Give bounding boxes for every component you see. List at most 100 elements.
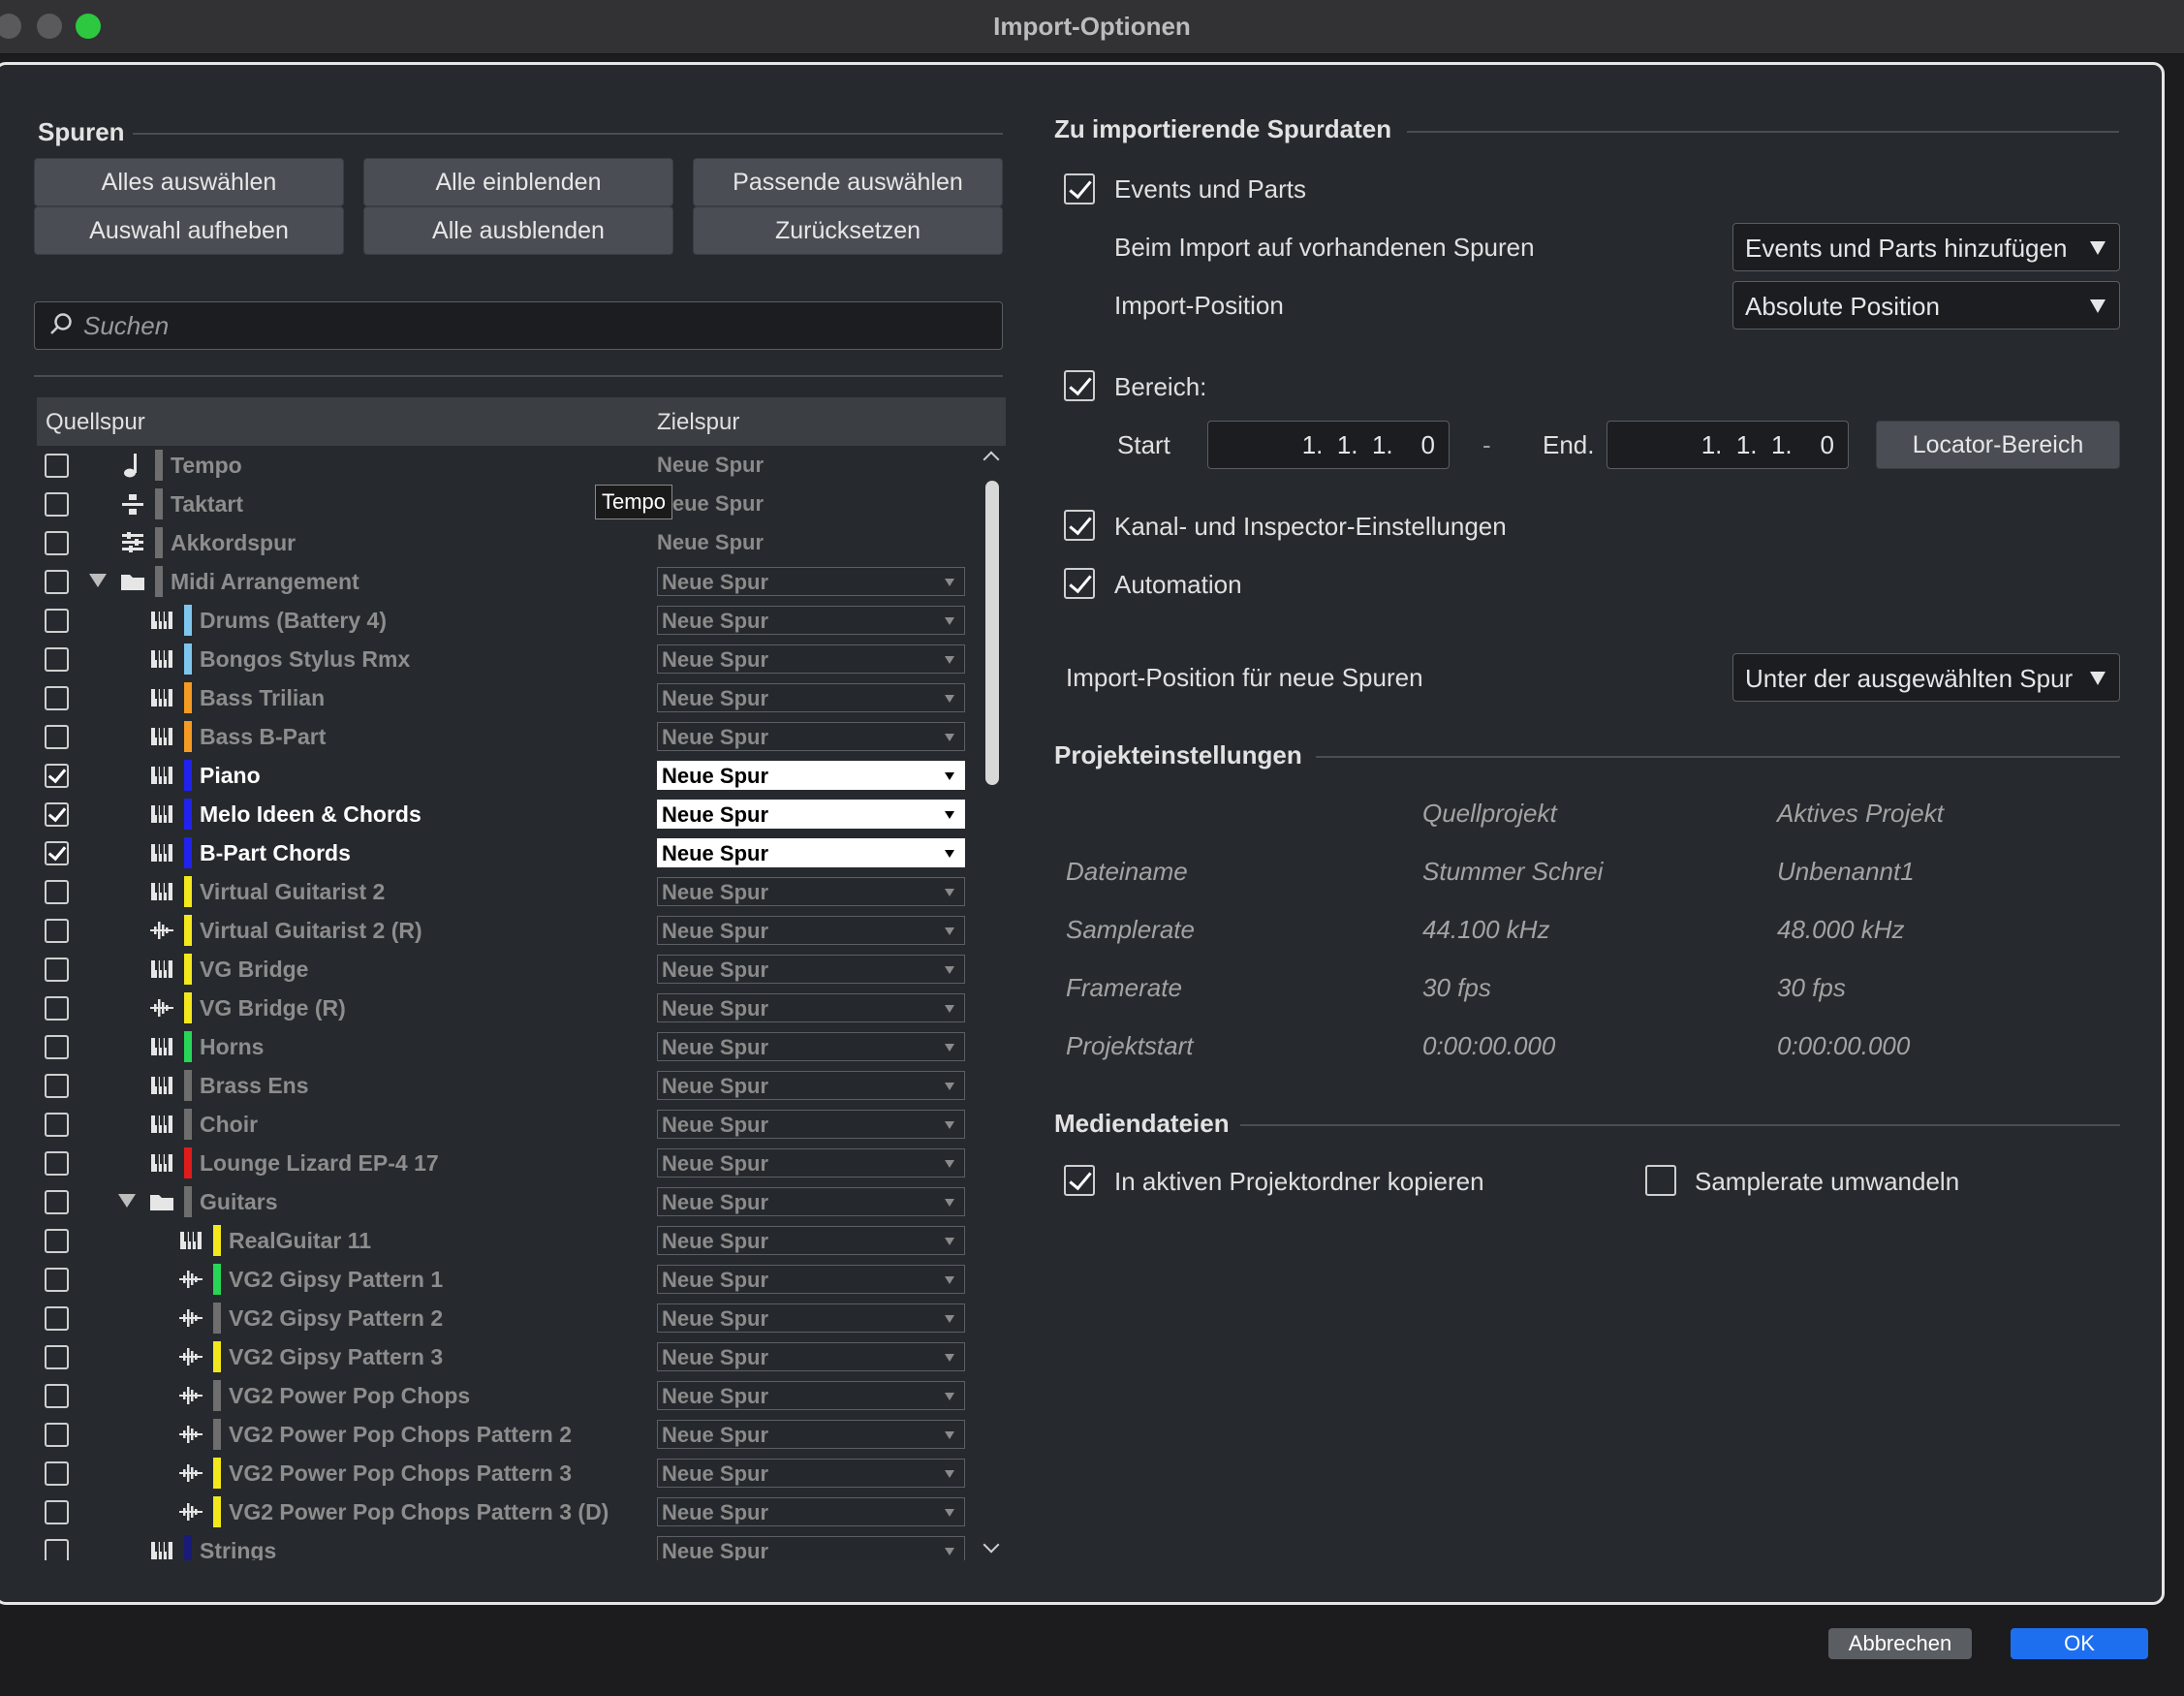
table-row[interactable]: Bongos Stylus Rmx Neue Spur [37, 640, 977, 678]
target-track-select[interactable]: Neue Spur [657, 644, 965, 674]
track-checkbox[interactable] [45, 1306, 69, 1331]
end-field[interactable]: 1. 1. 1. 0 [1607, 421, 1849, 469]
track-checkbox[interactable] [45, 570, 69, 594]
target-track-select[interactable]: Neue Spur [657, 800, 965, 829]
table-row[interactable]: Lounge Lizard EP-4 17 Neue Spur [37, 1144, 977, 1182]
table-row[interactable]: Horns Neue Spur [37, 1027, 977, 1066]
select-matching-button[interactable]: Passende auswählen [693, 158, 1003, 206]
table-row[interactable]: Drums (Battery 4) Neue Spur [37, 601, 977, 640]
select-all-button[interactable]: Alles auswählen [34, 158, 344, 206]
target-track-select[interactable]: Neue Spur [657, 1265, 965, 1294]
table-row[interactable]: RealGuitar 11 Neue Spur [37, 1221, 977, 1260]
target-track-select[interactable]: Neue Spur [657, 722, 965, 751]
target-track-select[interactable]: Neue Spur [657, 1226, 965, 1255]
track-list[interactable]: Tempo Neue Spur Taktart Neue Spur Akkordspur… [37, 446, 977, 1560]
target-track-select[interactable]: Neue Spur [657, 838, 965, 867]
table-row[interactable]: VG Bridge Neue Spur [37, 950, 977, 989]
track-checkbox[interactable] [45, 725, 69, 749]
locator-range-button[interactable]: Locator-Bereich [1876, 421, 2120, 469]
track-checkbox[interactable] [45, 996, 69, 1021]
deselect-button[interactable]: Auswahl aufheben [34, 206, 344, 255]
copy-to-folder-checkbox[interactable] [1064, 1165, 1095, 1196]
expand-triangle-icon[interactable] [89, 574, 107, 587]
table-row[interactable]: Bass Trilian Neue Spur [37, 678, 977, 717]
table-row[interactable]: Midi Arrangement Neue Spur [37, 562, 977, 601]
track-checkbox[interactable] [45, 1229, 69, 1253]
search-input[interactable] [83, 302, 984, 349]
target-track-select[interactable]: Neue Spur [657, 1303, 965, 1333]
target-track-select[interactable]: Neue Spur [657, 683, 965, 712]
track-checkbox[interactable] [45, 1384, 69, 1408]
track-list-scrollbar[interactable] [981, 446, 1004, 1560]
import-position-select[interactable]: Absolute Position [1732, 281, 2120, 330]
track-checkbox[interactable] [45, 919, 69, 943]
target-track-select[interactable]: Neue Spur [657, 1110, 965, 1139]
cancel-button[interactable]: Abbrechen [1828, 1628, 1972, 1659]
table-row[interactable]: VG2 Gipsy Pattern 1 Neue Spur [37, 1260, 977, 1299]
target-track-select[interactable]: Neue Spur [657, 993, 965, 1022]
table-row[interactable]: VG2 Power Pop Chops Pattern 3 (D) Neue Sp… [37, 1492, 977, 1531]
target-track-select[interactable]: Neue Spur [657, 1148, 965, 1178]
track-checkbox[interactable] [45, 454, 69, 478]
table-row[interactable]: B-Part Chords Neue Spur [37, 833, 977, 872]
target-track-select[interactable]: Neue Spur [657, 761, 965, 790]
track-checkbox[interactable] [45, 531, 69, 555]
track-checkbox[interactable] [45, 958, 69, 982]
target-track-select[interactable]: Neue Spur [657, 1459, 965, 1488]
target-track-select[interactable]: Neue Spur [657, 1420, 965, 1449]
scroll-down-icon[interactable] [983, 1536, 1000, 1554]
table-row[interactable]: VG2 Power Pop Chops Pattern 2 Neue Spur [37, 1415, 977, 1454]
table-row[interactable]: VG2 Gipsy Pattern 3 Neue Spur [37, 1337, 977, 1376]
search-box[interactable] [34, 301, 1003, 350]
channel-inspector-checkbox[interactable] [1064, 510, 1095, 541]
track-checkbox[interactable] [45, 492, 69, 517]
table-row[interactable]: Brass Ens Neue Spur [37, 1066, 977, 1105]
track-checkbox[interactable] [45, 841, 69, 865]
track-checkbox[interactable] [45, 1190, 69, 1214]
track-checkbox[interactable] [45, 686, 69, 710]
table-row[interactable]: Strings Neue Spur [37, 1531, 977, 1560]
target-track-select[interactable]: Neue Spur [657, 1071, 965, 1100]
target-track-select[interactable]: Neue Spur [657, 606, 965, 635]
ok-button[interactable]: OK [2011, 1628, 2148, 1659]
new-track-position-select[interactable]: Unter der ausgewählten Spur [1732, 653, 2120, 702]
target-track-select[interactable]: Neue Spur [657, 955, 965, 984]
track-checkbox[interactable] [45, 647, 69, 672]
track-checkbox[interactable] [45, 1461, 69, 1486]
table-row[interactable]: Virtual Guitarist 2 Neue Spur [37, 872, 977, 911]
scroll-up-icon[interactable] [983, 451, 1000, 468]
track-checkbox[interactable] [45, 1539, 69, 1560]
target-track-select[interactable]: Neue Spur [657, 1342, 965, 1371]
track-checkbox[interactable] [45, 880, 69, 904]
events-parts-checkbox[interactable] [1064, 173, 1095, 204]
automation-checkbox[interactable] [1064, 568, 1095, 599]
track-checkbox[interactable] [45, 1151, 69, 1176]
start-field[interactable]: 1. 1. 1. 0 [1207, 421, 1450, 469]
track-checkbox[interactable] [45, 609, 69, 633]
table-row[interactable]: Piano Neue Spur [37, 756, 977, 795]
target-track-select[interactable]: Neue Spur [657, 567, 965, 596]
table-row[interactable]: Virtual Guitarist 2 (R) Neue Spur [37, 911, 977, 950]
range-checkbox[interactable] [1064, 370, 1095, 401]
track-checkbox[interactable] [45, 764, 69, 788]
track-checkbox[interactable] [45, 802, 69, 827]
reset-button[interactable]: Zurücksetzen [693, 206, 1003, 255]
track-checkbox[interactable] [45, 1268, 69, 1292]
show-all-button[interactable]: Alle einblenden [363, 158, 673, 206]
expand-triangle-icon[interactable] [118, 1194, 136, 1208]
table-row[interactable]: Guitars Neue Spur [37, 1182, 977, 1221]
track-checkbox[interactable] [45, 1500, 69, 1524]
track-checkbox[interactable] [45, 1345, 69, 1369]
table-row[interactable]: VG2 Power Pop Chops Pattern 3 Neue Spur [37, 1454, 977, 1492]
target-track-select[interactable]: Neue Spur [657, 1381, 965, 1410]
table-row[interactable]: Akkordspur Neue Spur [37, 523, 977, 562]
target-track-select[interactable]: Neue Spur [657, 877, 965, 906]
table-row[interactable]: Bass B-Part Neue Spur [37, 717, 977, 756]
hide-all-button[interactable]: Alle ausblenden [363, 206, 673, 255]
track-checkbox[interactable] [45, 1423, 69, 1447]
table-row[interactable]: VG2 Power Pop Chops Neue Spur [37, 1376, 977, 1415]
table-row[interactable]: VG2 Gipsy Pattern 2 Neue Spur [37, 1299, 977, 1337]
table-row[interactable]: Choir Neue Spur [37, 1105, 977, 1144]
track-checkbox[interactable] [45, 1074, 69, 1098]
convert-samplerate-checkbox[interactable] [1645, 1165, 1676, 1196]
